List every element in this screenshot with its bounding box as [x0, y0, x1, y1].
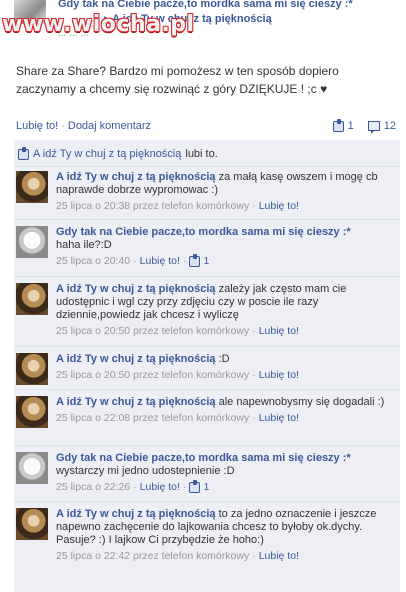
separator-dot: · [252, 550, 256, 562]
separator-dot: · [252, 369, 256, 381]
comment-author[interactable]: A idź Ty w chuj z tą pięknością [56, 283, 216, 295]
thumbs-up-icon [189, 254, 201, 267]
comment-text: :D [218, 353, 230, 365]
comment-time[interactable]: 25 lipca o 20:50 przez telefon komórkowy [56, 325, 249, 338]
post-counts: 1 12 [332, 118, 396, 134]
separator-dot: · [252, 412, 256, 424]
comment-count[interactable]: 12 [384, 120, 396, 132]
like-count[interactable]: 1 [348, 120, 354, 132]
likes-summary-suffix: lubi to. [185, 148, 218, 160]
comment-time[interactable]: 25 lipca o 22:42 przez telefon komórkowy [56, 550, 249, 563]
comment-time[interactable]: 25 lipca o 20:40 [56, 255, 130, 268]
comment-author[interactable]: Gdy tak na Ciebie pacze,to mordka sama m… [56, 452, 351, 464]
separator-dot: · [182, 255, 187, 267]
comment-time[interactable]: 25 lipca o 22:26 [56, 481, 130, 494]
divider [14, 389, 400, 390]
watermark-logo: www.wiocha.pl [2, 12, 195, 37]
comment-body: Gdy tak na Ciebie pacze,to mordka sama m… [56, 452, 396, 494]
comment-like-link[interactable]: Lubię to! [259, 325, 299, 338]
thumbs-up-icon [332, 118, 344, 132]
comment-meta: 25 lipca o 22:42 przez telefon komórkowy… [56, 550, 396, 563]
comment-meta: 25 lipca o 20:50 przez telefon komórkowy… [56, 325, 396, 338]
divider [14, 501, 400, 502]
post-actions: Lubię to! · Dodaj komentarz 1 12 [16, 118, 400, 136]
divider [14, 166, 400, 167]
divider [14, 276, 400, 277]
comment-author[interactable]: A idź Ty w chuj z tą pięknością [56, 508, 216, 520]
divider [14, 346, 400, 347]
comment-avatar[interactable] [16, 171, 48, 203]
comment-body: A idź Ty w chuj z tą pięknością za małą … [56, 171, 396, 213]
comment-time[interactable]: 25 lipca o 22:08 przez telefon komórkowy [56, 412, 249, 425]
comment-text: haha ile?:D [56, 239, 112, 251]
comment-author[interactable]: A idź Ty w chuj z tą pięknością [56, 171, 216, 183]
comment-time[interactable]: 25 lipca o 20:50 przez telefon komórkowy [56, 369, 249, 382]
comment-author[interactable]: A idź Ty w chuj z tą pięknością [56, 353, 216, 365]
divider [14, 445, 400, 446]
likes-summary: A idź Ty w chuj z tą pięknością lubi to. [18, 144, 396, 164]
comment-like-count[interactable]: 1 [203, 255, 209, 268]
likes-summary-name[interactable]: A idź Ty w chuj z tą pięknością [33, 148, 181, 160]
comment-avatar[interactable] [16, 396, 48, 428]
comment-body: A idź Ty w chuj z tą pięknością :D 25 li… [56, 353, 396, 382]
comment-time[interactable]: 25 lipca o 20:38 przez telefon komórkowy [56, 200, 249, 213]
comment-body: A idź Ty w chuj z tą pięknością to za je… [56, 508, 396, 563]
comment-meta: 25 lipca o 20:38 przez telefon komórkowy… [56, 200, 396, 213]
comment-like-link[interactable]: Lubię to! [259, 200, 299, 213]
like-link[interactable]: Lubię to! [16, 120, 58, 132]
comment-avatar[interactable] [16, 226, 48, 258]
separator-dot: · [182, 481, 187, 493]
comment-bubble-icon [367, 121, 380, 134]
add-comment-link[interactable]: Dodaj komentarz [68, 120, 151, 132]
separator-dot: · [252, 200, 256, 212]
thumbs-up-icon [18, 146, 29, 160]
comment-avatar[interactable] [16, 452, 48, 484]
separator-dot: · [133, 481, 137, 493]
separator-dot: · [133, 255, 137, 267]
comment-avatar[interactable] [16, 283, 48, 315]
comment-author[interactable]: A idź Ty w chuj z tą pięknością [56, 396, 216, 408]
post-author-name[interactable]: Gdy tak na Ciebie pacze,to mordka sama m… [58, 0, 353, 10]
comment-text: wystarczy mi jedno udostepnienie :D [56, 465, 235, 477]
comments-panel: A idź Ty w chuj z tą pięknością lubi to.… [14, 140, 400, 592]
comment-like-link[interactable]: Lubię to! [259, 412, 299, 425]
comment-meta: 25 lipca o 20:50 przez telefon komórkowy… [56, 369, 396, 382]
comment-meta: 25 lipca o 20:40 · Lubię to! · 1 [56, 254, 396, 268]
post-header: Gdy tak na Ciebie pacze,to mordka sama m… [0, 0, 406, 52]
divider [14, 219, 400, 220]
comment-avatar[interactable] [16, 353, 48, 385]
comment-author[interactable]: Gdy tak na Ciebie pacze,to mordka sama m… [56, 226, 351, 238]
post-text: Share za Share? Bardzo mi pomożesz w ten… [16, 64, 339, 96]
comment-meta: 25 lipca o 22:26 · Lubię to! · 1 [56, 480, 396, 494]
comment-like-count[interactable]: 1 [203, 481, 209, 494]
comment-meta: 25 lipca o 22:08 przez telefon komórkowy… [56, 412, 396, 425]
comment-like-link[interactable]: Lubię to! [259, 550, 299, 563]
separator-dot: · [252, 325, 256, 337]
comment-avatar[interactable] [16, 508, 48, 540]
comment-body: A idź Ty w chuj z tą pięknością ale nape… [56, 396, 396, 425]
comment-like-link[interactable]: Lubię to! [259, 369, 299, 382]
comment-like-link[interactable]: Lubię to! [140, 481, 180, 494]
thumbs-up-icon [189, 480, 201, 493]
comment-like-link[interactable]: Lubię to! [140, 255, 180, 268]
separator-dot: · [61, 120, 65, 132]
comment-body: Gdy tak na Ciebie pacze,to mordka sama m… [56, 226, 396, 268]
comment-text: ale napewnobysmy się dogadali :) [218, 396, 385, 408]
comment-body: A idź Ty w chuj z tą pięknością zależy j… [56, 283, 396, 338]
